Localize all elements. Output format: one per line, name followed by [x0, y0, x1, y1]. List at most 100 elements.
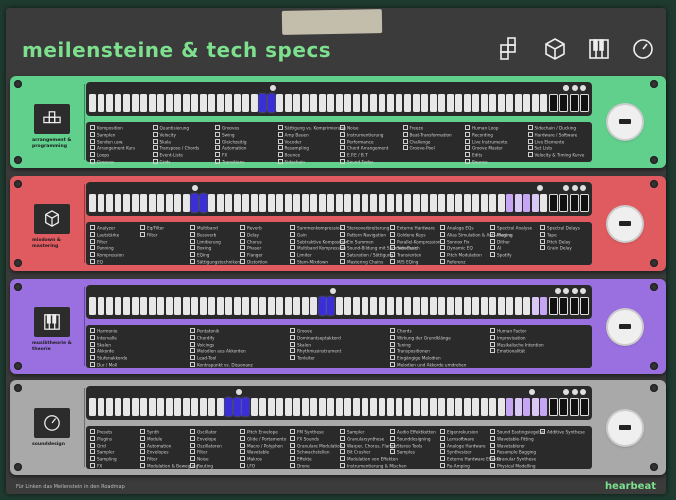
milestone-step[interactable] — [123, 94, 130, 112]
milestone-step[interactable] — [89, 94, 96, 112]
topic-checkbox[interactable]: Transpose / Chords — [153, 145, 200, 152]
topic-checkbox[interactable]: Granulare Modulation — [290, 443, 342, 450]
milestone-step[interactable] — [123, 297, 130, 315]
topic-checkbox[interactable]: Schwachstellen — [290, 449, 342, 456]
progress-knob[interactable] — [608, 309, 642, 344]
milestone-step[interactable] — [412, 297, 420, 315]
topic-checkbox[interactable]: Filter — [140, 232, 164, 239]
topic-checkbox[interactable]: Transitions — [215, 159, 247, 166]
milestone-step[interactable] — [199, 94, 207, 112]
milestone-step[interactable] — [131, 398, 139, 416]
topic-checkbox[interactable]: Referenz — [440, 259, 513, 266]
milestone-step[interactable] — [157, 297, 165, 315]
milestone-step[interactable] — [472, 398, 480, 416]
milestone-step[interactable] — [523, 297, 531, 315]
milestone-step[interactable] — [301, 194, 309, 212]
topic-checkbox[interactable]: FX — [90, 463, 117, 470]
milestone-step[interactable] — [580, 297, 590, 315]
topic-checkbox[interactable]: Bussverb — [190, 232, 240, 239]
topic-checkbox[interactable]: Chords — [390, 328, 466, 335]
milestone-step[interactable] — [250, 398, 258, 416]
topic-checkbox[interactable]: Noise — [340, 125, 388, 132]
topic-checkbox[interactable]: Plugins — [90, 436, 117, 443]
milestone-step[interactable] — [140, 94, 148, 112]
milestone-step[interactable] — [310, 94, 318, 112]
milestone-step[interactable] — [267, 398, 275, 416]
milestone-step[interactable] — [344, 94, 352, 112]
milestone-step[interactable] — [327, 194, 335, 212]
topic-checkbox[interactable]: Harmonie — [90, 328, 127, 335]
topic-checkbox[interactable]: Audio Effektketten — [390, 429, 436, 436]
topic-checkbox[interactable]: Transpositionen — [390, 348, 466, 355]
topic-checkbox[interactable]: Sättigungstechniken — [190, 259, 240, 266]
topic-checkbox[interactable]: Human Factor — [490, 328, 544, 335]
milestone-step[interactable] — [216, 398, 224, 416]
topic-checkbox[interactable]: Glide / Portamento — [240, 436, 286, 443]
milestone-step[interactable] — [506, 194, 514, 212]
milestone-step[interactable] — [148, 194, 156, 212]
topic-checkbox[interactable]: Grain Delay — [540, 245, 580, 252]
milestone-step[interactable] — [421, 194, 429, 212]
milestone-step[interactable] — [404, 297, 411, 315]
milestone-step[interactable] — [191, 194, 199, 212]
topic-checkbox[interactable]: Kontrapunkt vs. Dissonanz — [190, 362, 253, 369]
topic-checkbox[interactable]: Bounce — [465, 159, 508, 166]
topic-checkbox[interactable]: Groove — [290, 328, 341, 335]
topic-checkbox[interactable]: Set Lists — [528, 145, 585, 152]
milestone-step[interactable] — [463, 398, 471, 416]
topic-checkbox[interactable]: Senden usw. — [90, 139, 135, 146]
milestone-step[interactable] — [242, 94, 250, 112]
milestone-step[interactable] — [378, 398, 386, 416]
milestone-step[interactable] — [242, 194, 250, 212]
milestone-step[interactable] — [580, 94, 590, 112]
milestone-step[interactable] — [106, 398, 113, 416]
topic-checkbox[interactable]: Limitierung — [190, 239, 240, 246]
milestone-step[interactable] — [421, 398, 429, 416]
topic-checkbox[interactable]: Parallel-Kompression — [390, 239, 441, 246]
topic-checkbox[interactable]: Drone — [290, 463, 342, 470]
milestone-step[interactable] — [335, 94, 343, 112]
milestone-step[interactable] — [352, 297, 360, 315]
milestone-step[interactable] — [293, 398, 301, 416]
milestone-step[interactable] — [174, 94, 182, 112]
milestone-step[interactable] — [106, 94, 113, 112]
topic-checkbox[interactable]: Stufenakkorde — [90, 355, 127, 362]
milestone-step[interactable] — [327, 94, 335, 112]
milestone-step[interactable] — [523, 398, 531, 416]
topic-checkbox[interactable]: Noise — [190, 456, 222, 463]
milestone-step[interactable] — [429, 94, 437, 112]
milestone-step[interactable] — [480, 94, 488, 112]
milestone-step[interactable] — [284, 194, 292, 212]
topic-checkbox[interactable]: Human Loop — [465, 125, 508, 132]
topic-checkbox[interactable]: Instrumentierung & Mischen — [340, 463, 407, 470]
milestone-step[interactable] — [259, 194, 267, 212]
milestone-slider[interactable] — [86, 285, 592, 319]
topic-checkbox[interactable]: Chordify — [190, 335, 253, 342]
milestone-step[interactable] — [506, 398, 514, 416]
milestone-step[interactable] — [489, 398, 497, 416]
milestone-step[interactable] — [412, 194, 420, 212]
milestone-slider[interactable] — [86, 182, 592, 216]
milestone-step[interactable] — [284, 398, 292, 416]
milestone-step[interactable] — [148, 94, 156, 112]
milestone-step[interactable] — [506, 94, 514, 112]
milestone-step[interactable] — [182, 297, 190, 315]
milestone-step[interactable] — [361, 94, 369, 112]
topic-checkbox[interactable]: Makros — [240, 456, 286, 463]
milestone-step[interactable] — [559, 94, 569, 112]
milestone-step[interactable] — [225, 194, 233, 212]
milestone-step[interactable] — [242, 297, 250, 315]
topic-checkbox[interactable]: Grooves — [90, 159, 135, 166]
milestone-step[interactable] — [438, 398, 446, 416]
topic-checkbox[interactable]: Spectral Delays — [540, 225, 580, 232]
milestone-step[interactable] — [157, 194, 165, 212]
milestone-step[interactable] — [523, 194, 531, 212]
milestone-step[interactable] — [387, 398, 394, 416]
topic-checkbox[interactable]: Tape — [540, 232, 580, 239]
topic-checkbox[interactable]: Tonleiter — [290, 355, 341, 362]
milestone-step[interactable] — [489, 94, 497, 112]
topic-checkbox[interactable]: Kompression — [90, 252, 124, 259]
milestone-step[interactable] — [250, 94, 258, 112]
milestone-step[interactable] — [284, 297, 292, 315]
topic-checkbox[interactable]: Samplen — [90, 132, 135, 139]
